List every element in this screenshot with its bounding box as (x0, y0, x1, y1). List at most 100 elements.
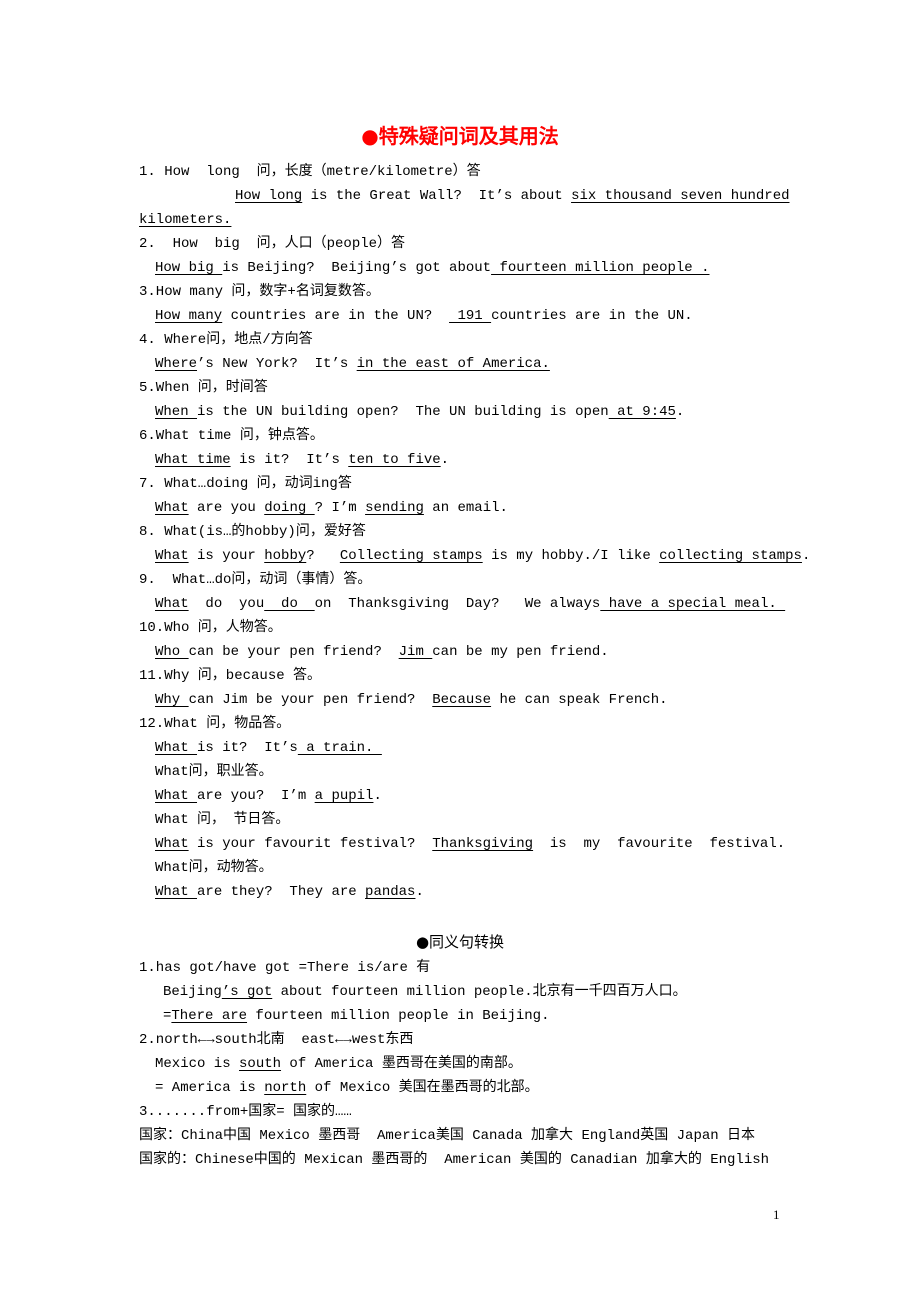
underlined-answer: What (155, 740, 198, 756)
underlined-answer: pandas (365, 884, 416, 900)
text: on Thanksgiving Day? We always (314, 596, 601, 612)
underlined-answer: a train. (297, 740, 382, 756)
text: are they? They are (197, 884, 366, 900)
text: is the Great Wall? It’s about (302, 188, 572, 204)
text: Mexico is (155, 1056, 240, 1072)
underlined-answer: south (239, 1056, 282, 1072)
underlined-answer: have a special meal. (600, 596, 786, 612)
underlined-answer: What (155, 500, 189, 516)
underlined-answer: 191 (449, 308, 492, 324)
underlined-answer: What (155, 596, 189, 612)
question-word-heading: What 问， 节日答。 (155, 812, 290, 828)
question-word-heading: 10.Who 问，人物答。 (139, 620, 282, 636)
text: he can speak French. (491, 692, 668, 708)
text: fourteen million people in Beijing. (247, 1008, 550, 1024)
example-sentence: Mexico is south of America 墨西哥在美国的南部。 (155, 1054, 522, 1074)
question-word-heading: 12.What 问，物品答。 (139, 716, 291, 732)
underlined-answer: kilometers. (139, 212, 232, 228)
example-sentence: When is the UN building open? The UN bui… (155, 402, 684, 422)
question-word-heading: 2. How big 问，人口（people）答 (139, 236, 406, 252)
example-sentence: How big is Beijing? Beijing’s got about … (155, 258, 710, 278)
underlined-answer: Where (155, 356, 198, 372)
text: can be your pen friend? (188, 644, 399, 660)
question-word-heading: 3.How many 问，数字+名词复数答。 (139, 284, 380, 300)
underlined-answer: Why (155, 692, 189, 708)
text: do you (188, 596, 265, 612)
example-sentence: What is your favourit festival? Thanksgi… (155, 834, 785, 854)
text: ? I’m (314, 500, 366, 516)
underlined-answer: How long (235, 188, 303, 204)
text: of Mexico 美国在墨西哥的北部。 (306, 1080, 539, 1096)
page-title: ●特殊疑问词及其用法 (361, 124, 559, 148)
underlined-answer: ’s got (221, 984, 273, 1000)
question-word-heading: What问，动物答。 (155, 860, 273, 876)
example-sentence: What are they? They are pandas. (155, 882, 424, 902)
underlined-answer: collecting stamps (659, 548, 802, 564)
question-word-heading: What问，职业答。 (155, 764, 273, 780)
example-sentence: What is your hobby? Collecting stamps is… (155, 546, 810, 566)
question-word-heading: 4. Where问，地点/方向答 (139, 332, 313, 348)
underlined-answer: hobby (264, 548, 307, 564)
page-number: 1 (773, 1207, 780, 1222)
underlined-answer: doing (264, 500, 315, 516)
text: ? (306, 548, 340, 564)
text: . (801, 548, 811, 564)
text: . (675, 404, 685, 420)
example-sentence: = America is north of Mexico 美国在墨西哥的北部。 (155, 1078, 539, 1098)
example-sentence: Beijing’s got about fourteen million peo… (163, 982, 687, 1002)
text: can Jim be your pen friend? (188, 692, 433, 708)
example-sentence: What time is it? It’s ten to five. (155, 450, 449, 470)
underlined-answer: a pupil (314, 788, 374, 804)
underlined-answer: ten to five (348, 452, 441, 468)
text: = America is (155, 1080, 265, 1096)
text: is my hobby./I like (482, 548, 660, 564)
text: are you (188, 500, 265, 516)
question-word-heading: 8. What(is…的hobby)问，爱好答 (139, 524, 366, 540)
section-title: ●同义句转换 (415, 933, 505, 951)
underlined-answer: When (155, 404, 198, 420)
underlined-answer: in the east of America. (356, 356, 550, 372)
underlined-answer: sending (365, 500, 424, 516)
rule-heading: 1.has got/have got =There is/are 有 (139, 960, 431, 976)
underlined-answer: Thanksgiving (432, 836, 534, 852)
example-sentence: How long is the Great Wall? It’s about s… (235, 186, 790, 206)
underlined-answer: How big (155, 260, 223, 276)
question-word-heading: 7. What…doing 问，动词ing答 (139, 476, 352, 492)
example-sentence: What is it? It’s a train. (155, 738, 382, 758)
text: . (440, 452, 450, 468)
question-word-heading: 9. What…do问，动词（事情）答。 (139, 572, 372, 588)
example-sentence: What do you do on Thanksgiving Day? We a… (155, 594, 785, 614)
nationality-list: 国家的：Chinese中国的 Mexican 墨西哥的 American 美国的… (139, 1152, 770, 1168)
text: . (373, 788, 382, 804)
question-word-heading: 6.What time 问，钟点答。 (139, 428, 324, 444)
underlined-answer: What (155, 548, 189, 564)
text: Beijing (163, 984, 222, 1000)
underlined-answer: Jim (398, 644, 433, 660)
text: can be my pen friend. (432, 644, 609, 660)
text: is my favourite festival. (533, 836, 786, 852)
question-word-heading: 5.When 问，时间答 (139, 380, 268, 396)
text: is the UN building open? The UN building… (197, 404, 609, 420)
text: is Beijing? Beijing’s got about (222, 260, 492, 276)
text: is your favourit festival? (188, 836, 433, 852)
example-sentence: What are you doing ? I’m sending an emai… (155, 498, 508, 518)
underlined-answer: north (264, 1080, 307, 1096)
text: ’s New York? It’s (197, 356, 357, 372)
underlined-answer: There are (171, 1008, 248, 1024)
text: is it? It’s (197, 740, 298, 756)
text: of America 墨西哥在美国的南部。 (281, 1056, 522, 1072)
text: are you? I’m (197, 788, 315, 804)
example-sentence-continued: kilometers. (139, 210, 231, 230)
underlined-answer: Who (155, 644, 189, 660)
question-word-heading: 11.Why 问，because 答。 (139, 668, 322, 684)
underlined-answer: What (155, 884, 198, 900)
text: countries are in the UN. (491, 308, 693, 324)
underlined-answer: fourteen million people . (491, 260, 710, 276)
underlined-answer: What (155, 836, 189, 852)
text: is your (188, 548, 265, 564)
underlined-answer: Because (432, 692, 492, 708)
underlined-answer: at 9:45 (608, 404, 676, 420)
text: about fourteen million people.北京有一千四百万人口… (272, 984, 687, 1000)
example-sentence: =There are fourteen million people in Be… (163, 1006, 549, 1026)
underlined-answer: How many (155, 308, 223, 324)
